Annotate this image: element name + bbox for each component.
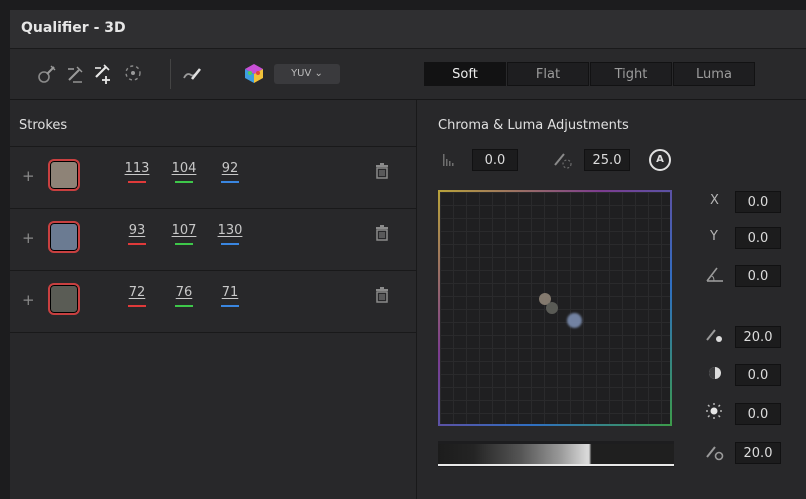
mode-flat-button[interactable]: Flat (507, 62, 589, 86)
adjustments-title: Chroma & Luma Adjustments (438, 118, 629, 133)
rotation-icon (706, 267, 723, 282)
red-indicator (128, 181, 146, 183)
stroke-r-value[interactable]: 93 (124, 223, 150, 238)
add-stroke-icon[interactable]: + (22, 291, 35, 309)
feather-icon[interactable] (122, 62, 144, 84)
chevron-down-icon: ⌄ (314, 68, 323, 79)
qualifier-panel: Qualifier - 3D YUV ⌄ Soft Flat Tight Lum… (10, 10, 806, 499)
panel-titlebar: Qualifier - 3D (10, 10, 806, 49)
add-stroke-icon[interactable]: + (22, 229, 35, 247)
auto-button[interactable]: A (649, 149, 671, 171)
stroke-swatch[interactable] (48, 221, 80, 253)
graph-point (546, 302, 558, 314)
stroke-b-value[interactable]: 71 (217, 285, 243, 300)
stroke-g-value[interactable]: 76 (171, 285, 197, 300)
y-label: Y (710, 229, 718, 244)
stroke-r-value[interactable]: 72 (124, 285, 150, 300)
luma-gradient (438, 444, 674, 464)
softness-field[interactable]: 25.0 (584, 149, 630, 171)
trash-icon[interactable] (375, 225, 389, 241)
trash-icon[interactable] (375, 287, 389, 303)
green-indicator (175, 181, 193, 183)
chroma-graph[interactable] (438, 190, 672, 426)
stroke-g-value[interactable]: 104 (171, 161, 197, 176)
colorspace-label: YUV (291, 68, 312, 79)
toolbar-separator (170, 59, 171, 89)
red-indicator (128, 305, 146, 307)
strokes-title: Strokes (19, 118, 68, 133)
green-indicator (175, 305, 193, 307)
x-field[interactable]: 0.0 (735, 191, 781, 213)
luma-range-bar[interactable] (438, 441, 674, 467)
saturation-field[interactable]: 0.0 (735, 364, 781, 386)
y-field[interactable]: 0.0 (735, 227, 781, 249)
picker-icon[interactable] (37, 64, 57, 84)
mode-soft-button[interactable]: Soft (424, 62, 506, 86)
add-stroke-icon[interactable]: + (22, 167, 35, 185)
low-field[interactable]: 0.0 (472, 149, 518, 171)
stroke-swatch[interactable] (48, 283, 80, 315)
stroke-r-value[interactable]: 113 (124, 161, 150, 176)
softness-picker-icon (554, 153, 572, 169)
mode-tight-button[interactable]: Tight (590, 62, 672, 86)
picker-add-icon[interactable] (92, 63, 114, 85)
panel-title: Qualifier - 3D (21, 20, 126, 36)
stroke-row-1: + 113 104 92 (10, 146, 416, 208)
x-label: X (710, 193, 719, 208)
red-indicator (128, 243, 146, 245)
luma-high-field[interactable]: 20.0 (735, 326, 781, 348)
color-cube-icon[interactable] (243, 62, 265, 84)
panel-divider (416, 100, 417, 499)
highlight-brush-icon[interactable] (181, 63, 203, 85)
trash-icon[interactable] (375, 163, 389, 179)
mode-luma-button[interactable]: Luma (673, 62, 755, 86)
rotation-field[interactable]: 0.0 (735, 265, 781, 287)
blue-indicator (221, 243, 239, 245)
qualifier-toolbar: YUV ⌄ Soft Flat Tight Luma (10, 49, 806, 100)
luma-icon (706, 403, 722, 419)
luma-soft-field[interactable]: 20.0 (735, 442, 781, 464)
stroke-g-value[interactable]: 107 (171, 223, 197, 238)
luma-field[interactable]: 0.0 (735, 403, 781, 425)
blue-indicator (221, 181, 239, 183)
stroke-row-2: + 93 107 130 (10, 208, 416, 270)
saturation-icon (709, 367, 721, 379)
graph-point (567, 313, 582, 328)
luma-high-icon (706, 329, 722, 342)
luma-soft-icon (706, 446, 724, 461)
stroke-swatch[interactable] (48, 159, 80, 191)
stroke-b-value[interactable]: 92 (217, 161, 243, 176)
stroke-b-value[interactable]: 130 (217, 223, 243, 238)
blue-indicator (221, 305, 239, 307)
green-indicator (175, 243, 193, 245)
low-icon (443, 154, 454, 166)
colorspace-dropdown[interactable]: YUV ⌄ (274, 64, 340, 84)
stroke-row-3: + 72 76 71 (10, 270, 416, 333)
picker-subtract-icon[interactable] (65, 64, 85, 84)
luma-range-indicator (438, 464, 674, 466)
